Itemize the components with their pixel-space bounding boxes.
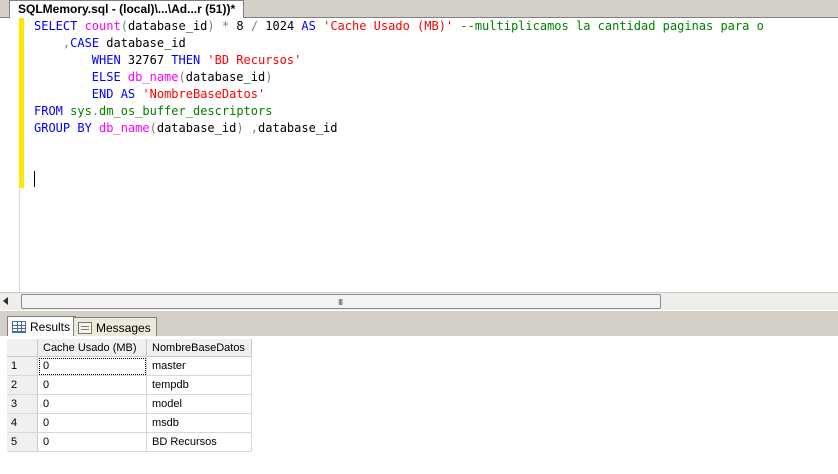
change-marker bbox=[19, 18, 24, 137]
code-token: --multiplicamos la cantidad paginas para… bbox=[460, 19, 764, 33]
code-token: db_name bbox=[99, 121, 150, 135]
change-marker bbox=[19, 171, 24, 188]
table-row[interactable]: 3 0 model bbox=[7, 394, 252, 414]
cell-nombre[interactable]: msdb bbox=[146, 413, 252, 433]
table-row[interactable]: 4 0 msdb bbox=[7, 413, 252, 433]
code-token: FROM bbox=[34, 104, 71, 118]
code-token: GROUP BY bbox=[34, 121, 100, 135]
grid-header-row: Cache Usado (MB) NombreBaseDatos bbox=[7, 339, 252, 357]
code-token: dm_os_buffer_descriptors bbox=[99, 104, 273, 118]
messages-icon bbox=[78, 321, 92, 334]
editor-gutter bbox=[0, 18, 20, 292]
cell-cache[interactable]: 0 bbox=[37, 413, 147, 433]
code-token: database_id bbox=[127, 19, 208, 33]
code-token: ) bbox=[265, 70, 273, 84]
code-token: 1024 bbox=[258, 19, 302, 33]
code-token: , bbox=[250, 121, 259, 135]
tab-messages[interactable]: Messages bbox=[73, 317, 157, 337]
code-token: database_id bbox=[106, 36, 186, 50]
cell-nombre[interactable]: tempdb bbox=[146, 375, 252, 395]
code-token: SELECT bbox=[34, 19, 85, 33]
column-header-nombre[interactable]: NombreBaseDatos bbox=[146, 339, 252, 357]
horizontal-scrollbar[interactable]: III bbox=[0, 292, 838, 310]
row-number[interactable]: 2 bbox=[7, 375, 38, 395]
cell-nombre[interactable]: master bbox=[146, 356, 252, 376]
code-token: 'BD Recursos' bbox=[207, 53, 302, 67]
scrollbar-thumb[interactable]: III bbox=[21, 294, 661, 309]
scroll-left-arrow-icon[interactable] bbox=[3, 297, 8, 305]
results-grid-pane[interactable]: Cache Usado (MB) NombreBaseDatos 1 0 mas… bbox=[0, 336, 838, 474]
code-token: count bbox=[84, 19, 121, 33]
code-line[interactable]: END AS 'NombreBaseDatos' bbox=[34, 86, 764, 103]
results-grid[interactable]: Cache Usado (MB) NombreBaseDatos 1 0 mas… bbox=[7, 339, 252, 452]
scrollbar-grip: III bbox=[338, 298, 343, 307]
code-token: / bbox=[250, 19, 259, 33]
table-row[interactable]: 1 0 master bbox=[7, 356, 252, 376]
code-token: database_id bbox=[258, 121, 338, 135]
code-line[interactable]: FROM sys.dm_os_buffer_descriptors bbox=[34, 103, 764, 120]
code-token: AS bbox=[120, 87, 143, 101]
code-token: db_name bbox=[127, 70, 179, 84]
row-number[interactable]: 4 bbox=[7, 413, 38, 433]
change-marker bbox=[19, 137, 24, 171]
code-token: ( bbox=[149, 121, 157, 135]
code-token: CASE bbox=[70, 36, 107, 50]
code-token: ) bbox=[236, 121, 244, 135]
code-token: ELSE bbox=[91, 70, 128, 84]
code-token: database_id bbox=[185, 70, 266, 84]
code-token: END bbox=[91, 87, 121, 101]
code-token: database_id bbox=[156, 121, 237, 135]
cell-cache[interactable]: 0 bbox=[37, 432, 147, 452]
sql-code[interactable]: SELECT count(database_id) * 8 / 1024 AS … bbox=[34, 18, 764, 137]
query-editor[interactable]: SELECT count(database_id) * 8 / 1024 AS … bbox=[0, 18, 838, 292]
code-line[interactable]: GROUP BY db_name(database_id) ,database_… bbox=[34, 120, 764, 137]
code-token: ) bbox=[207, 19, 215, 33]
row-number[interactable]: 5 bbox=[7, 432, 38, 452]
text-cursor bbox=[34, 171, 35, 187]
cell-nombre[interactable]: BD Recursos bbox=[146, 432, 252, 452]
code-token: sys bbox=[70, 104, 92, 118]
cell-cache[interactable]: 0 bbox=[37, 356, 147, 376]
table-row[interactable]: 2 0 tempdb bbox=[7, 375, 252, 395]
code-line[interactable]: SELECT count(database_id) * 8 / 1024 AS … bbox=[34, 18, 764, 35]
code-token: ( bbox=[120, 19, 128, 33]
table-row[interactable]: 5 0 BD Recursos bbox=[7, 432, 252, 452]
row-number[interactable]: 3 bbox=[7, 394, 38, 414]
document-tab-sqlmemory[interactable]: SQLMemory.sql - (local)\...\Ad...r (51))… bbox=[9, 0, 245, 18]
code-token: WHEN bbox=[91, 53, 128, 67]
code-token: AS bbox=[301, 19, 324, 33]
row-number-header[interactable] bbox=[7, 339, 38, 357]
scrollbar-track[interactable]: III bbox=[21, 293, 661, 309]
tab-results-label: Results bbox=[30, 320, 71, 334]
grid-icon bbox=[12, 321, 26, 333]
row-number[interactable]: 1 bbox=[7, 356, 38, 376]
code-line[interactable]: ELSE db_name(database_id) bbox=[34, 69, 764, 86]
code-token: 'NombreBaseDatos' bbox=[142, 87, 266, 101]
code-token: ( bbox=[178, 70, 186, 84]
document-tab-strip: SQLMemory.sql - (local)\...\Ad...r (51))… bbox=[0, 0, 838, 18]
code-token: THEN bbox=[171, 53, 208, 67]
tab-results[interactable]: Results bbox=[7, 316, 77, 337]
cell-cache[interactable]: 0 bbox=[37, 375, 147, 395]
code-token: 32767 bbox=[127, 53, 172, 67]
results-tab-strip: Results Messages bbox=[0, 310, 838, 337]
code-line[interactable]: WHEN 32767 THEN 'BD Recursos' bbox=[34, 52, 764, 69]
cell-cache[interactable]: 0 bbox=[37, 394, 147, 414]
tab-messages-label: Messages bbox=[96, 320, 151, 335]
code-line[interactable]: ,CASE database_id bbox=[34, 35, 764, 52]
code-token: 8 bbox=[229, 19, 251, 33]
column-header-cache[interactable]: Cache Usado (MB) bbox=[37, 339, 147, 357]
code-token: 'Cache Usado (MB)' bbox=[323, 19, 454, 33]
cell-nombre[interactable]: model bbox=[146, 394, 252, 414]
code-token: . bbox=[91, 104, 100, 118]
results-panel: Results Messages Cache Usado (MB) Nombre… bbox=[0, 310, 838, 474]
